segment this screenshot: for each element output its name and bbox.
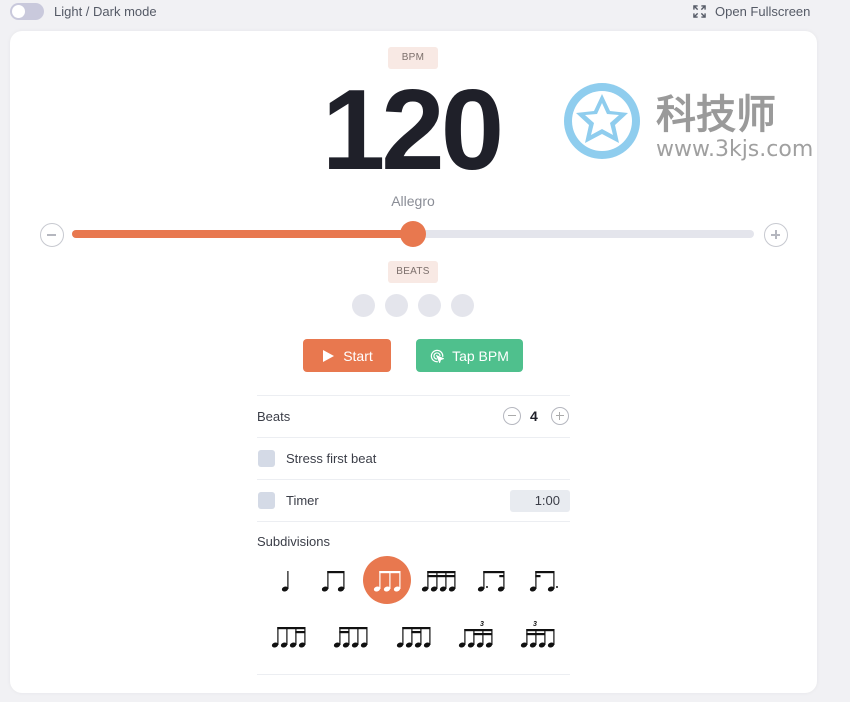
timer-label: Timer xyxy=(286,493,319,508)
tap-bpm-label: Tap BPM xyxy=(452,347,509,364)
stress-first-beat-checkbox[interactable] xyxy=(258,450,275,467)
note-sixteenth-variant-3-icon xyxy=(396,627,431,648)
watermark-title: 科技师 xyxy=(656,92,776,138)
note-sextuplet-2-icon: 3 xyxy=(520,621,555,648)
note-triplets-icon xyxy=(373,571,401,592)
subdivision-sixteenths[interactable] xyxy=(415,556,463,604)
subdivision-eighths[interactable] xyxy=(309,556,357,604)
subdivisions-row: Subdivisions 3 3 xyxy=(257,521,570,674)
note-dotted-eighth-sixteenth-icon xyxy=(477,571,505,592)
subdivision-triplets[interactable] xyxy=(363,556,411,604)
beats-row: Beats 4 xyxy=(257,395,570,437)
timer-checkbox[interactable] xyxy=(258,492,275,509)
watermark-logo: 科技师 www.3kjs.com xyxy=(564,83,813,162)
subdivision-eighth-sixteenth-sixteenth-variant-1[interactable] xyxy=(265,612,313,660)
decrease-bpm-button[interactable] xyxy=(40,223,64,247)
timer-input[interactable]: 1:00 xyxy=(510,490,570,512)
svg-text:3: 3 xyxy=(480,621,484,628)
play-icon xyxy=(323,349,335,362)
bpm-label: BPM xyxy=(388,47,438,69)
plus-icon-vertical xyxy=(775,230,777,239)
fullscreen-label: Open Fullscreen xyxy=(715,4,811,19)
note-sixteenth-variant-2-icon xyxy=(333,627,368,648)
beat-indicator xyxy=(451,294,474,317)
note-quarter-icon xyxy=(281,571,289,592)
start-label: Start xyxy=(343,347,373,364)
subdivision-dotted-eighth-sixteenth[interactable] xyxy=(467,556,515,604)
note-eighth-sixteenth-sixteenth-variant-1-icon xyxy=(271,627,306,648)
note-sixteenths-icon xyxy=(421,571,456,592)
beats-count: 4 xyxy=(530,408,538,424)
fullscreen-icon xyxy=(693,5,706,18)
minus-icon xyxy=(508,415,516,417)
decrease-beats-button[interactable] xyxy=(503,407,521,425)
tap-bpm-button[interactable]: Tap BPM xyxy=(416,339,523,372)
theme-toggle[interactable] xyxy=(10,3,44,20)
toggle-knob xyxy=(12,5,25,18)
top-bar: Light / Dark mode Open Fullscreen xyxy=(0,0,850,26)
subdivisions-label: Subdivisions xyxy=(257,534,330,549)
subdivision-sextuplet-2[interactable]: 3 xyxy=(514,612,562,660)
beat-indicator xyxy=(352,294,375,317)
open-fullscreen-button[interactable]: Open Fullscreen xyxy=(693,4,810,19)
watermark-url: www.3kjs.com xyxy=(656,137,813,162)
stress-first-beat-label: Stress first beat xyxy=(286,451,377,466)
beat-indicators xyxy=(352,294,474,317)
tap-icon xyxy=(430,349,445,363)
plus-icon-vertical xyxy=(559,412,561,420)
subdivision-sextuplet-1[interactable]: 3 xyxy=(452,612,500,660)
subdivision-sixteenth-variant-2[interactable] xyxy=(327,612,375,660)
bpm-slider[interactable] xyxy=(72,221,754,247)
note-sextuplet-1-icon: 3 xyxy=(458,621,493,648)
subdivision-quarter[interactable] xyxy=(261,556,309,604)
subdivision-sixteenth-variant-3[interactable] xyxy=(390,612,438,660)
increase-beats-button[interactable] xyxy=(551,407,569,425)
stress-row: Stress first beat xyxy=(257,437,570,479)
increase-bpm-button[interactable] xyxy=(764,223,788,247)
bpm-value: 120 xyxy=(321,67,504,194)
subdivision-sixteenth-dotted-eighth[interactable] xyxy=(519,556,567,604)
beats-label: BEATS xyxy=(388,261,438,283)
bpm-slider-thumb[interactable] xyxy=(400,221,426,247)
svg-text:3: 3 xyxy=(533,621,537,628)
beat-indicator xyxy=(385,294,408,317)
timer-row: Timer 1:00 xyxy=(257,479,570,521)
bpm-slider-fill xyxy=(72,230,413,238)
start-button[interactable]: Start xyxy=(303,339,391,372)
beat-indicator xyxy=(418,294,441,317)
beats-setting-label: Beats xyxy=(257,409,291,424)
settings-panel: Beats 4 Stress first beat Timer 1:00 Sub… xyxy=(257,395,570,676)
note-eighths-icon xyxy=(321,571,345,592)
minus-icon xyxy=(47,234,56,236)
note-sixteenth-dotted-eighth-icon xyxy=(529,571,558,592)
tempo-name: Allegro xyxy=(391,193,435,209)
theme-toggle-label: Light / Dark mode xyxy=(54,4,157,19)
settings-bottom-divider xyxy=(257,674,570,676)
